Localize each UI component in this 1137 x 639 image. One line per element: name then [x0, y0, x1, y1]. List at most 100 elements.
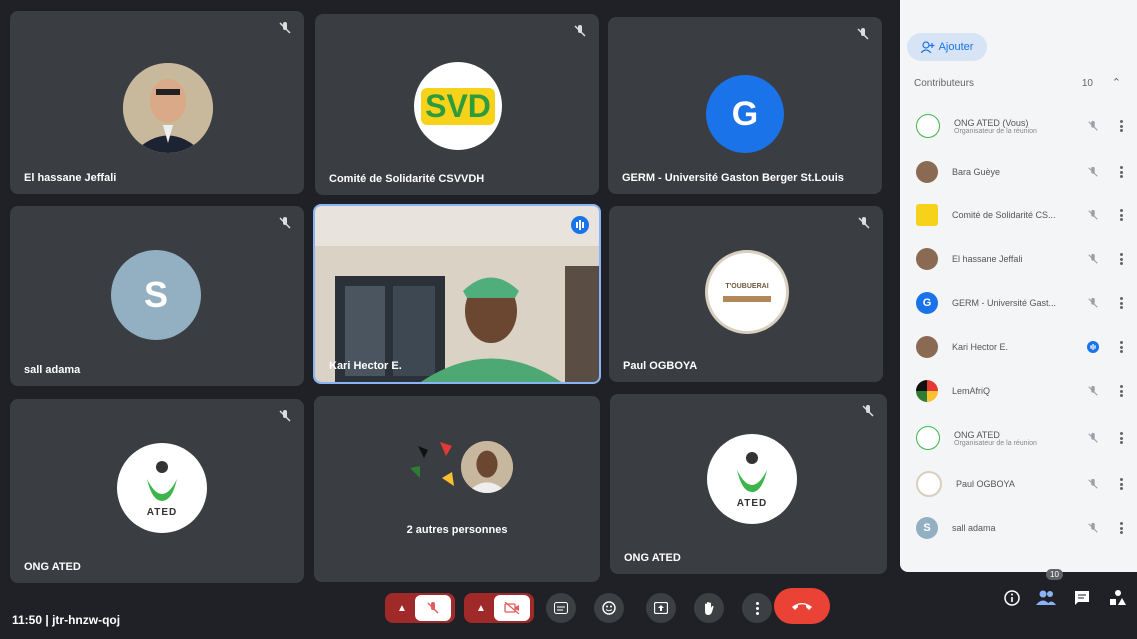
- more-vert-icon[interactable]: [1119, 120, 1123, 132]
- clock: 11:50: [12, 613, 43, 627]
- raise-hand-button[interactable]: [694, 593, 724, 623]
- mic-off-icon: [862, 405, 874, 417]
- participant-text: ONG ATED Organisateur de la réunion: [954, 430, 1087, 447]
- participant-text: LemAfriQ: [952, 386, 1087, 396]
- mic-toggle-button[interactable]: [415, 595, 451, 621]
- participant-text: sall adama: [952, 523, 1087, 533]
- mic-off-icon[interactable]: [1087, 522, 1099, 534]
- participant-row[interactable]: Ssall adama: [910, 509, 1131, 547]
- participant-row[interactable]: LemAfriQ: [910, 372, 1131, 410]
- mic-off-icon[interactable]: [1087, 385, 1099, 397]
- more-vert-icon[interactable]: [1119, 297, 1123, 309]
- participant-name: sall adama: [952, 523, 996, 533]
- more-vert-icon[interactable]: [1119, 478, 1123, 490]
- ated-logo: ATED: [117, 443, 207, 533]
- tile-germ[interactable]: G GERM - Université Gaston Berger St.Lou…: [608, 17, 882, 194]
- camera-off-icon: [504, 602, 520, 614]
- participant-avatar: [916, 161, 938, 183]
- participant-avatar: [916, 426, 940, 450]
- mic-off-icon[interactable]: [1087, 166, 1099, 178]
- participant-name: Comité de Solidarité CSVVDH: [329, 173, 485, 185]
- mic-off-icon[interactable]: [1087, 253, 1099, 265]
- speaking-indicator-icon: [1087, 341, 1099, 353]
- participant-row[interactable]: Bara Guèye: [910, 153, 1131, 191]
- participant-row[interactable]: G GERM - Université Gast...: [910, 284, 1131, 322]
- camera-control: ▲: [464, 593, 534, 623]
- chat-icon[interactable]: [1074, 590, 1090, 606]
- mic-off-icon: [279, 217, 291, 229]
- hand-icon: [705, 602, 714, 615]
- participant-name: ONG ATED: [954, 429, 1000, 440]
- mic-off-icon: [858, 217, 870, 229]
- tile-comite[interactable]: SVD Comité de Solidarité CSVVDH: [315, 14, 599, 195]
- more-vert-icon[interactable]: [1119, 166, 1123, 178]
- ated-mark-icon: [737, 451, 767, 492]
- people-panel: Ajouter Contributeurs 10 ⌃ ONG ATED (Vou…: [900, 0, 1137, 572]
- participant-text: El hassane Jeffali: [952, 254, 1087, 264]
- more-vert-icon[interactable]: [1119, 341, 1123, 353]
- tile-ong-ated-2[interactable]: ATED ONG ATED: [610, 394, 887, 574]
- captions-button[interactable]: [546, 593, 576, 623]
- mic-off-icon[interactable]: [1087, 478, 1099, 490]
- mic-off-icon[interactable]: [1087, 432, 1099, 444]
- tile-sall-adama[interactable]: S sall adama: [10, 206, 304, 386]
- tile-ong-ated-1[interactable]: ATED ONG ATED: [10, 399, 304, 583]
- logo-text: ATED: [736, 497, 768, 509]
- participant-row[interactable]: Comité de Solidarité CS...: [910, 196, 1131, 234]
- mic-control: ▲: [385, 593, 455, 623]
- chevron-up-icon[interactable]: ⌃: [1112, 76, 1121, 89]
- more-options-button[interactable]: [742, 593, 772, 623]
- ated-logo: ATED: [707, 434, 797, 524]
- participant-avatar: [916, 248, 938, 270]
- mic-options-chevron-icon[interactable]: ▲: [389, 603, 415, 614]
- contributors-count: 10: [1081, 78, 1093, 89]
- meeting-details-icon[interactable]: [1004, 590, 1020, 606]
- contributors-label: Contributeurs: [914, 78, 975, 89]
- tile-el-hassane[interactable]: El hassane Jeffali: [10, 11, 304, 194]
- participant-name: Kari Hector E.: [329, 360, 402, 372]
- camera-toggle-button[interactable]: [494, 595, 530, 621]
- participant-text: Bara Guèye: [952, 167, 1087, 177]
- participant-text: Comité de Solidarité CS...: [952, 210, 1087, 220]
- people-button[interactable]: 10: [1034, 569, 1063, 611]
- more-vert-icon[interactable]: [1119, 385, 1123, 397]
- avatar: [458, 438, 516, 496]
- leave-call-button[interactable]: [774, 588, 830, 624]
- more-vert-icon[interactable]: [1119, 209, 1123, 221]
- mic-off-icon[interactable]: [1087, 209, 1099, 221]
- end-call-icon: [792, 603, 812, 610]
- participant-row[interactable]: ONG ATED Organisateur de la réunion: [910, 419, 1131, 457]
- participant-name: Paul OGBOYA: [956, 479, 1015, 489]
- camera-options-chevron-icon[interactable]: ▲: [468, 603, 494, 614]
- activities-icon[interactable]: [1109, 589, 1127, 607]
- others-label: 2 autres personnes: [406, 524, 508, 536]
- participant-name: LemAfriQ: [952, 386, 991, 396]
- participant-role: Organisateur de la réunion: [954, 439, 1037, 447]
- tile-kari-hector[interactable]: Kari Hector E.: [313, 204, 601, 384]
- tile-others[interactable]: 2 autres personnes: [314, 396, 600, 582]
- reactions-button[interactable]: [594, 593, 624, 623]
- participant-name: ONG ATED (Vous): [954, 117, 1029, 128]
- more-vert-icon[interactable]: [1119, 432, 1123, 444]
- participant-name: ONG ATED: [24, 561, 81, 573]
- participant-row[interactable]: Paul OGBOYA: [910, 465, 1131, 503]
- participant-row[interactable]: ONG ATED (Vous) Organisateur de la réunio…: [910, 107, 1131, 145]
- mic-off-icon[interactable]: [1087, 120, 1099, 132]
- more-vert-icon[interactable]: [1119, 253, 1123, 265]
- tile-paul-ogboya[interactable]: T'OUBUERAI Paul OGBOYA: [609, 206, 883, 382]
- mic-off-icon[interactable]: [1087, 297, 1099, 309]
- participant-row[interactable]: Kari Hector E.: [910, 328, 1131, 366]
- captions-icon: [554, 602, 568, 614]
- participant-name: GERM - Université Gaston Berger St.Louis: [622, 172, 844, 184]
- meeting-info: 11:50 | jtr-hnzw-qoj: [12, 613, 120, 627]
- present-button[interactable]: [646, 593, 676, 623]
- mic-off-icon: [427, 602, 439, 614]
- participant-name: Kari Hector E.: [952, 342, 1009, 352]
- contributors-header[interactable]: Contributeurs 10 ⌃: [914, 76, 1127, 89]
- emoji-icon: [602, 601, 616, 615]
- participant-row[interactable]: El hassane Jeffali: [910, 240, 1131, 278]
- add-people-button[interactable]: Ajouter: [907, 33, 987, 61]
- participant-avatar: G: [916, 292, 938, 314]
- more-vert-icon[interactable]: [1119, 522, 1123, 534]
- present-screen-icon: [654, 602, 668, 614]
